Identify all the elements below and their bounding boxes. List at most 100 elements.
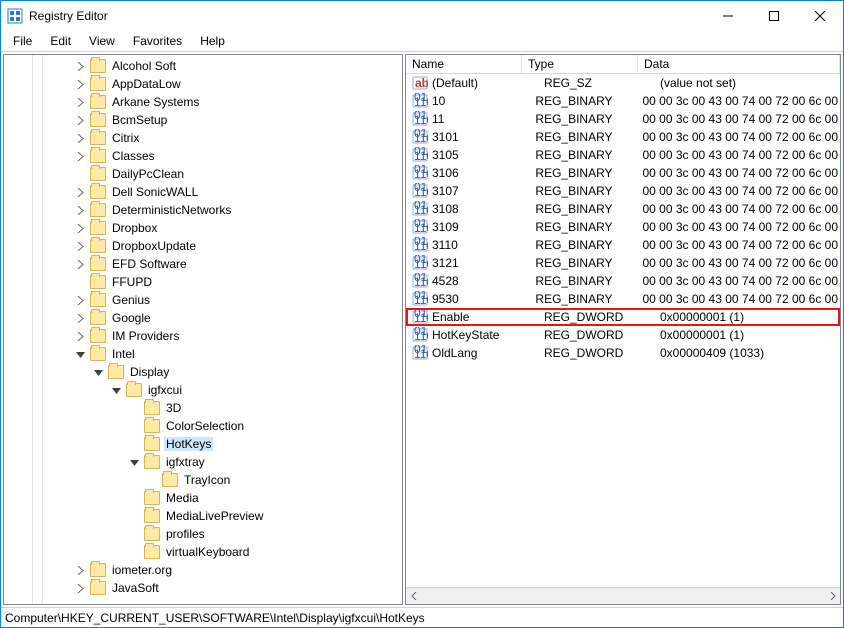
value-row[interactable]: 0111103101REG_BINARY00 00 3c 00 43 00 74…: [406, 128, 840, 146]
value-row[interactable]: ab(Default)REG_SZ(value not set): [406, 74, 840, 92]
tree-node[interactable]: FFUPD: [4, 273, 402, 291]
tree-node[interactable]: Intel: [4, 345, 402, 363]
value-row[interactable]: 01111011REG_BINARY00 00 3c 00 43 00 74 0…: [406, 110, 840, 128]
value-row[interactable]: 0111109530REG_BINARY00 00 3c 00 43 00 74…: [406, 290, 840, 308]
tree-node[interactable]: DailyPcClean: [4, 165, 402, 183]
chevron-right-icon[interactable]: [76, 260, 90, 269]
tree-node[interactable]: Citrix: [4, 129, 402, 147]
value-row[interactable]: 0111104528REG_BINARY00 00 3c 00 43 00 74…: [406, 272, 840, 290]
menu-file[interactable]: File: [5, 33, 40, 49]
value-row[interactable]: 0111103106REG_BINARY00 00 3c 00 43 00 74…: [406, 164, 840, 182]
chevron-right-icon[interactable]: [76, 116, 90, 125]
chevron-down-icon[interactable]: [112, 386, 126, 395]
value-row[interactable]: 0111103121REG_BINARY00 00 3c 00 43 00 74…: [406, 254, 840, 272]
svg-text:110: 110: [414, 203, 428, 217]
menu-help[interactable]: Help: [192, 33, 233, 49]
tree-node[interactable]: Display: [4, 363, 402, 381]
scroll-track[interactable]: [423, 588, 823, 604]
tree-node[interactable]: Genius: [4, 291, 402, 309]
folder-icon: [90, 167, 106, 181]
binary-value-icon: 011110: [412, 129, 428, 145]
value-row[interactable]: 011110OldLangREG_DWORD0x00000409 (1033): [406, 344, 840, 362]
tree-node[interactable]: 3D: [4, 399, 402, 417]
tree-pane[interactable]: Alcohol SoftAppDataLowArkane SystemsBcmS…: [3, 54, 403, 605]
tree-node[interactable]: Dropbox: [4, 219, 402, 237]
window: Registry Editor FileEditViewFavoritesHel…: [0, 0, 844, 628]
tree-node[interactable]: Dell SonicWALL: [4, 183, 402, 201]
tree-node[interactable]: ColorSelection: [4, 417, 402, 435]
chevron-right-icon[interactable]: [76, 152, 90, 161]
value-row[interactable]: 011110EnableREG_DWORD0x00000001 (1): [406, 308, 840, 326]
tree-node[interactable]: Media: [4, 489, 402, 507]
chevron-right-icon[interactable]: [76, 332, 90, 341]
svg-text:ab: ab: [415, 76, 428, 90]
folder-icon: [144, 419, 160, 433]
col-header-type[interactable]: Type: [522, 55, 638, 73]
tree-node[interactable]: JavaSoft: [4, 579, 402, 597]
tree-node[interactable]: igfxcui: [4, 381, 402, 399]
value-data: 00 00 3c 00 43 00 74 00 72 00 6c 00: [643, 166, 839, 180]
tree-node-label: profiles: [164, 527, 207, 541]
tree-node[interactable]: MediaLivePreview: [4, 507, 402, 525]
value-data: 00 00 3c 00 43 00 74 00 72 00 6c 00: [643, 184, 839, 198]
folder-icon: [126, 383, 142, 397]
value-row[interactable]: 0111103110REG_BINARY00 00 3c 00 43 00 74…: [406, 236, 840, 254]
scroll-left-icon[interactable]: [406, 588, 423, 604]
value-row[interactable]: 01111010REG_BINARY00 00 3c 00 43 00 74 0…: [406, 92, 840, 110]
value-row[interactable]: 011110HotKeyStateREG_DWORD0x00000001 (1): [406, 326, 840, 344]
scroll-right-icon[interactable]: [823, 588, 840, 604]
tree-node-label: Media: [164, 491, 201, 505]
horizontal-scrollbar[interactable]: [406, 587, 840, 604]
tree-node[interactable]: virtualKeyboard: [4, 543, 402, 561]
chevron-right-icon[interactable]: [76, 296, 90, 305]
value-row[interactable]: 0111103109REG_BINARY00 00 3c 00 43 00 74…: [406, 218, 840, 236]
menu-edit[interactable]: Edit: [42, 33, 79, 49]
chevron-right-icon[interactable]: [76, 206, 90, 215]
values-pane[interactable]: Name Type Data ab(Default)REG_SZ(value n…: [405, 54, 841, 605]
col-header-name[interactable]: Name: [406, 55, 522, 73]
tree-node[interactable]: HotKeys: [4, 435, 402, 453]
chevron-right-icon[interactable]: [76, 62, 90, 71]
chevron-right-icon[interactable]: [76, 188, 90, 197]
close-button[interactable]: [797, 1, 843, 31]
chevron-down-icon[interactable]: [94, 368, 108, 377]
tree-node[interactable]: Alcohol Soft: [4, 57, 402, 75]
chevron-right-icon[interactable]: [76, 584, 90, 593]
maximize-button[interactable]: [751, 1, 797, 31]
chevron-right-icon[interactable]: [76, 314, 90, 323]
tree-node[interactable]: AppDataLow: [4, 75, 402, 93]
minimize-button[interactable]: [705, 1, 751, 31]
svg-text:110: 110: [414, 311, 428, 325]
value-row[interactable]: 0111103107REG_BINARY00 00 3c 00 43 00 74…: [406, 182, 840, 200]
chevron-down-icon[interactable]: [130, 458, 144, 467]
value-name: Enable: [432, 310, 544, 324]
menu-favorites[interactable]: Favorites: [125, 33, 190, 49]
tree-node[interactable]: igfxtray: [4, 453, 402, 471]
chevron-right-icon[interactable]: [76, 134, 90, 143]
chevron-right-icon[interactable]: [76, 80, 90, 89]
value-row[interactable]: 0111103105REG_BINARY00 00 3c 00 43 00 74…: [406, 146, 840, 164]
tree-node[interactable]: EFD Software: [4, 255, 402, 273]
tree-node[interactable]: IM Providers: [4, 327, 402, 345]
folder-icon: [144, 509, 160, 523]
tree-node[interactable]: Classes: [4, 147, 402, 165]
tree-node[interactable]: BcmSetup: [4, 111, 402, 129]
chevron-down-icon[interactable]: [76, 350, 90, 359]
tree-node[interactable]: Arkane Systems: [4, 93, 402, 111]
tree-node[interactable]: TrayIcon: [4, 471, 402, 489]
tree-node[interactable]: profiles: [4, 525, 402, 543]
chevron-right-icon[interactable]: [76, 242, 90, 251]
value-row[interactable]: 0111103108REG_BINARY00 00 3c 00 43 00 74…: [406, 200, 840, 218]
chevron-right-icon[interactable]: [76, 566, 90, 575]
chevron-right-icon[interactable]: [76, 98, 90, 107]
chevron-right-icon[interactable]: [76, 224, 90, 233]
value-type: REG_BINARY: [535, 274, 642, 288]
tree-node[interactable]: Google: [4, 309, 402, 327]
svg-text:110: 110: [414, 113, 428, 127]
tree-node[interactable]: iometer.org: [4, 561, 402, 579]
menu-view[interactable]: View: [81, 33, 123, 49]
tree-node[interactable]: DeterministicNetworks: [4, 201, 402, 219]
col-header-data[interactable]: Data: [638, 55, 840, 73]
tree-node[interactable]: DropboxUpdate: [4, 237, 402, 255]
tree-node-label: igfxcui: [146, 383, 184, 397]
